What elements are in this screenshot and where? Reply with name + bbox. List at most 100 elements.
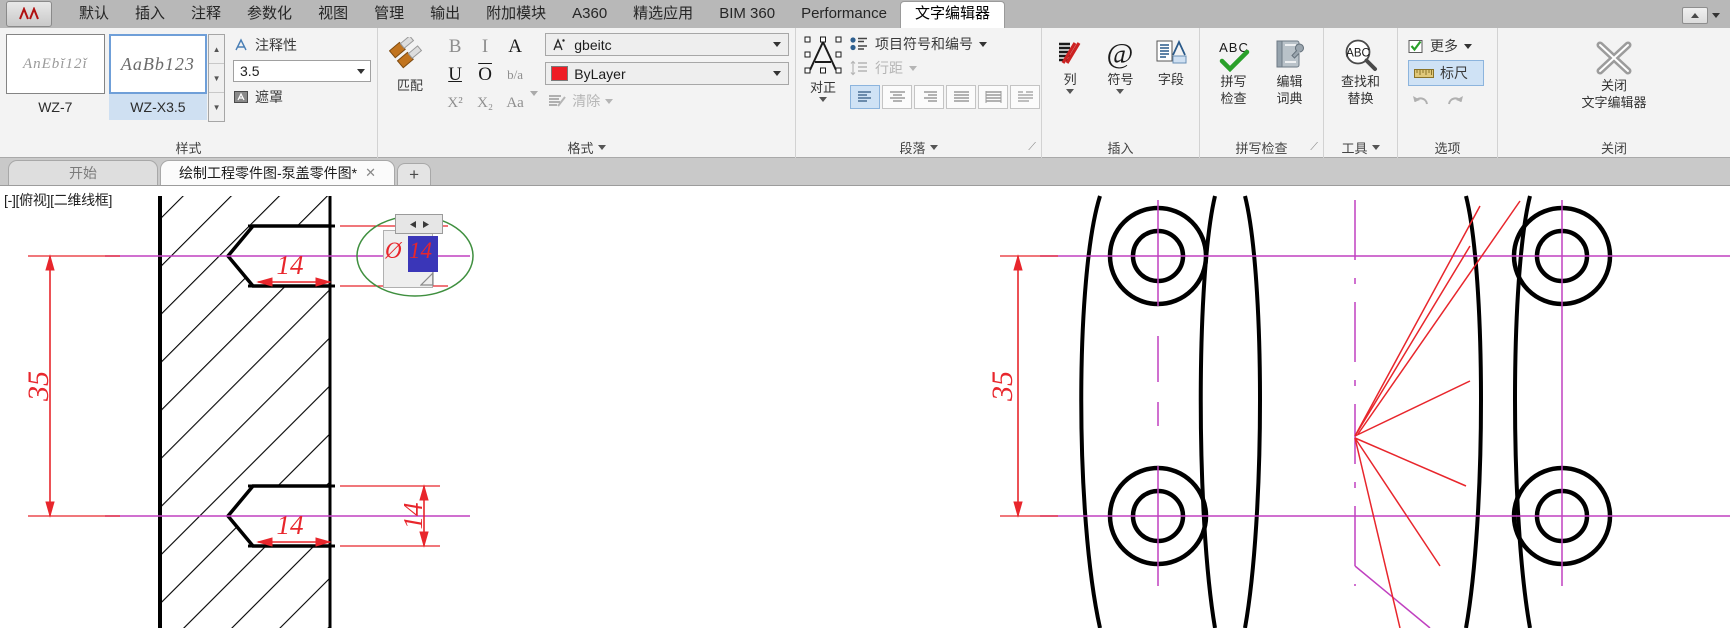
ruler-toggle-button[interactable]: 标尺	[1408, 60, 1484, 86]
change-case-button[interactable]: Aa	[506, 95, 524, 112]
chevron-down-icon[interactable]	[909, 65, 917, 71]
match-properties-button[interactable]: 匹配	[384, 33, 436, 94]
undo-icon[interactable]	[1411, 92, 1431, 108]
paragraph-settings-button[interactable]	[1010, 85, 1040, 109]
field-label: 字段	[1157, 72, 1184, 87]
ribbon-tab-text-editor[interactable]: 文字编辑器	[899, 1, 1005, 29]
field-button[interactable]: 字段	[1149, 36, 1193, 87]
close-icon[interactable]: ✕	[365, 165, 376, 181]
line-spacing-icon	[850, 60, 869, 76]
line-spacing-button[interactable]: 行距	[850, 58, 1040, 78]
justify-icon	[802, 34, 844, 78]
chevron-down-icon[interactable]	[1712, 13, 1720, 18]
inplace-editor-toolbar[interactable]	[395, 214, 443, 234]
arrow-right-icon[interactable]	[421, 217, 430, 232]
chevron-down-icon[interactable]	[1116, 89, 1125, 94]
new-tab-button[interactable]: +	[397, 163, 432, 185]
change-case-dropdown[interactable]	[530, 33, 541, 96]
ribbon-tab-parametric[interactable]: 参数化	[234, 2, 305, 28]
redo-icon[interactable]	[1445, 92, 1465, 108]
text-height-combobox[interactable]: 3.5	[233, 60, 372, 82]
panel-title-spellcheck-label: 拼写检查	[1235, 140, 1288, 156]
clear-formatting-button[interactable]: 清除	[547, 91, 789, 111]
chevron-down-icon[interactable]	[772, 42, 781, 47]
ribbon-tab-addins[interactable]: 附加模块	[473, 2, 559, 28]
style-gallery-item-wzx35[interactable]: AaBb123 WZ-X3.5	[108, 34, 208, 120]
edit-dictionary-label-line2: 词典	[1276, 91, 1303, 106]
chevron-down-icon[interactable]	[530, 91, 539, 96]
chevron-down-icon[interactable]	[819, 97, 827, 102]
scroll-down-icon[interactable]: ▼	[209, 64, 225, 93]
spell-check-button[interactable]: ABC 拼写 检查	[1208, 36, 1260, 106]
oblique-button[interactable]: b/a	[507, 67, 523, 83]
ribbon-tab-manage[interactable]: 管理	[361, 2, 417, 28]
italic-button[interactable]: I	[482, 36, 488, 58]
justify-button[interactable]: 对正	[802, 32, 844, 102]
ribbon-tab-view[interactable]: 视图	[305, 2, 361, 28]
chevron-down-icon[interactable]	[772, 71, 781, 76]
superscript-button[interactable]: X²	[447, 95, 462, 112]
underline-button[interactable]: U	[448, 64, 462, 86]
gallery-expand-icon[interactable]: ▼	[209, 93, 224, 121]
font-combobox[interactable]: gbeitc	[545, 33, 789, 56]
chevron-down-icon[interactable]	[1066, 89, 1075, 94]
dialog-launcher-icon[interactable]: ⟋	[1310, 141, 1318, 154]
bold-button[interactable]: B	[449, 36, 462, 58]
panel-title-close: 关闭	[1600, 140, 1627, 156]
edit-dictionary-button[interactable]: 编辑 词典	[1264, 36, 1316, 106]
document-tab-active[interactable]: 绘制工程零件图-泵盖零件图* ✕	[160, 160, 396, 185]
ribbon-tab-featured-apps[interactable]: 精选应用	[620, 2, 706, 28]
inplace-editor-selected-text: 14	[409, 238, 432, 263]
ribbon-tabs: 默认 插入 注释 参数化 视图 管理 输出 附加模块 A360 精选应用 BIM…	[66, 0, 1005, 29]
more-options-button[interactable]: 更多	[1408, 36, 1472, 56]
more-options-label: 更多	[1430, 38, 1458, 54]
ribbon-tab-annotate[interactable]: 注释	[178, 2, 234, 28]
chevron-down-icon[interactable]	[979, 41, 987, 47]
style-gallery-item-wz7[interactable]: AnEbĭ12ǐ WZ-7	[6, 34, 105, 120]
dialog-launcher-icon[interactable]: ⟋	[1028, 141, 1036, 154]
overline-button[interactable]: O	[478, 64, 492, 86]
mask-button[interactable]: 遮罩	[233, 87, 371, 107]
inplace-editor-resize-handle[interactable]	[420, 272, 434, 286]
ribbon-minimize-group	[1682, 7, 1720, 24]
chevron-down-icon[interactable]	[605, 98, 614, 104]
plus-icon: +	[409, 164, 419, 184]
ribbon-tab-performance[interactable]: Performance	[788, 2, 900, 28]
right-chamfer-lines	[1354, 200, 1521, 628]
align-center-button[interactable]	[882, 85, 912, 109]
drawing-canvas[interactable]: [-][俯视][二维线框] 35 14 14 14 35 Ø 14	[0, 186, 1730, 628]
ribbon-tab-insert[interactable]: 插入	[122, 2, 178, 28]
columns-button[interactable]: 列	[1048, 36, 1092, 94]
ribbon-tab-output[interactable]: 输出	[417, 2, 473, 28]
document-tab-start-label: 开始	[69, 165, 97, 181]
align-right-button[interactable]	[914, 85, 944, 109]
chevron-down-icon[interactable]	[1464, 43, 1472, 49]
color-combobox[interactable]: ByLayer	[545, 62, 789, 85]
arrow-left-icon[interactable]	[409, 217, 418, 232]
symbol-button[interactable]: @ 符号	[1098, 36, 1142, 94]
ribbon-tab-a360[interactable]: A360	[559, 2, 620, 28]
chevron-down-icon[interactable]	[597, 144, 606, 150]
ribbon-tab-bim360[interactable]: BIM 360	[706, 2, 788, 28]
document-tab-bar: 开始 绘制工程零件图-泵盖零件图* ✕ +	[0, 158, 1730, 186]
subscript-button[interactable]: X₂	[477, 95, 493, 112]
bullets-numbering-button[interactable]: 项目符号和编号	[850, 34, 1040, 54]
annotative-toggle[interactable]: 注释性	[233, 35, 371, 55]
chevron-down-icon[interactable]	[929, 144, 938, 150]
document-tab-start[interactable]: 开始	[8, 160, 158, 185]
stack-button[interactable]: A	[508, 36, 522, 58]
minimize-ribbon-button[interactable]	[1682, 7, 1708, 24]
application-menu-button[interactable]	[6, 1, 52, 27]
close-text-editor-button[interactable]: 关闭 文字编辑器	[1566, 38, 1662, 110]
field-icon	[1154, 38, 1188, 70]
scroll-up-icon[interactable]: ▲	[209, 35, 225, 64]
chevron-down-icon[interactable]	[357, 68, 366, 74]
chevron-down-icon[interactable]	[1371, 144, 1380, 150]
align-distributed-button[interactable]	[978, 85, 1008, 109]
align-left-button[interactable]	[850, 85, 880, 109]
find-replace-button[interactable]: ABC 查找和 替换	[1331, 36, 1391, 106]
ribbon-tab-default[interactable]: 默认	[66, 2, 122, 28]
align-justify-button[interactable]	[946, 85, 976, 109]
style-gallery-scrollbar[interactable]: ▲ ▼ ▼	[208, 34, 226, 122]
panel-close: 关闭 文字编辑器 关闭	[1498, 28, 1730, 158]
